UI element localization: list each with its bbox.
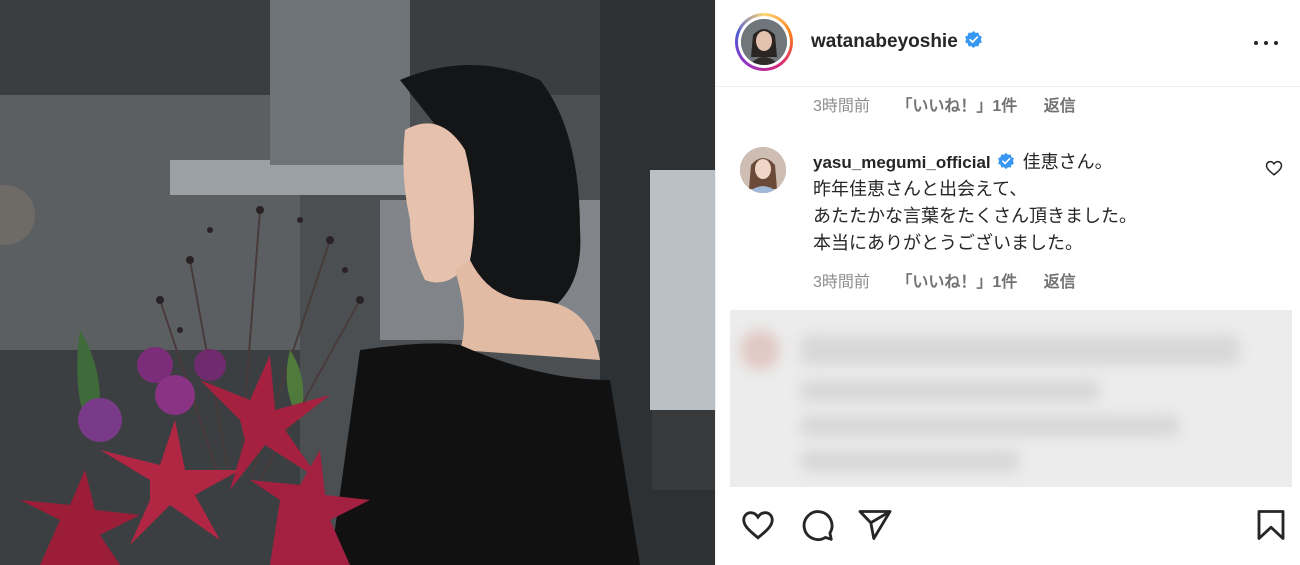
previous-comment-meta: 3時間前 「いいね！」1件 返信 xyxy=(813,92,1098,116)
blurred-comments xyxy=(730,310,1292,490)
more-options-icon[interactable] xyxy=(1254,32,1278,52)
comment-likes-link[interactable]: 「いいね！」1件 xyxy=(896,98,1017,115)
comment-likes-link[interactable]: 「いいね！」1件 xyxy=(896,274,1017,291)
comment-time: 3時間前 xyxy=(813,98,870,115)
profile-avatar[interactable] xyxy=(735,13,793,71)
comment-reply-button[interactable]: 返信 xyxy=(1044,274,1076,291)
comment-text-line: 本当にありがとうございました。 xyxy=(813,233,1083,253)
post-photo-illustration xyxy=(0,0,715,565)
post-header: watanabeyoshie xyxy=(716,0,1300,87)
post-photo xyxy=(0,0,715,565)
verified-badge-icon xyxy=(964,30,982,49)
heart-icon[interactable] xyxy=(740,507,776,543)
post-username[interactable]: watanabeyoshie xyxy=(811,30,983,53)
post-actions-bar xyxy=(716,487,1300,565)
comment-icon[interactable] xyxy=(799,507,835,543)
comment-time: 3時間前 xyxy=(813,274,870,291)
commenter-avatar-illustration xyxy=(740,147,786,193)
comment-text-line: 佳恵さん。 xyxy=(1022,152,1113,172)
commenter-avatar[interactable] xyxy=(740,147,786,193)
comment-like-heart-icon[interactable] xyxy=(1265,159,1283,177)
comment-reply-button[interactable]: 返信 xyxy=(1044,98,1076,115)
comment-body: yasu_megumi_official 佳恵さん。 昨年佳恵さんと出会えて、 … xyxy=(813,149,1253,257)
commenter-username[interactable]: yasu_megumi_official xyxy=(813,153,991,172)
comment-meta: 3時間前 「いいね！」1件 返信 xyxy=(813,268,1098,292)
verified-badge-icon xyxy=(997,152,1014,170)
avatar-illustration xyxy=(741,19,787,65)
post-sidebar: watanabeyoshie 3時間前 「いいね！」1件 返信 yasu_meg… xyxy=(715,0,1300,565)
comment-text-line: 昨年佳恵さんと出会えて、 xyxy=(813,179,1028,199)
bookmark-icon[interactable] xyxy=(1253,507,1289,543)
comment-text-line: あたたかな言葉をたくさん頂きました。 xyxy=(813,206,1137,226)
share-icon[interactable] xyxy=(857,507,893,543)
post-username-text[interactable]: watanabeyoshie xyxy=(811,31,958,52)
